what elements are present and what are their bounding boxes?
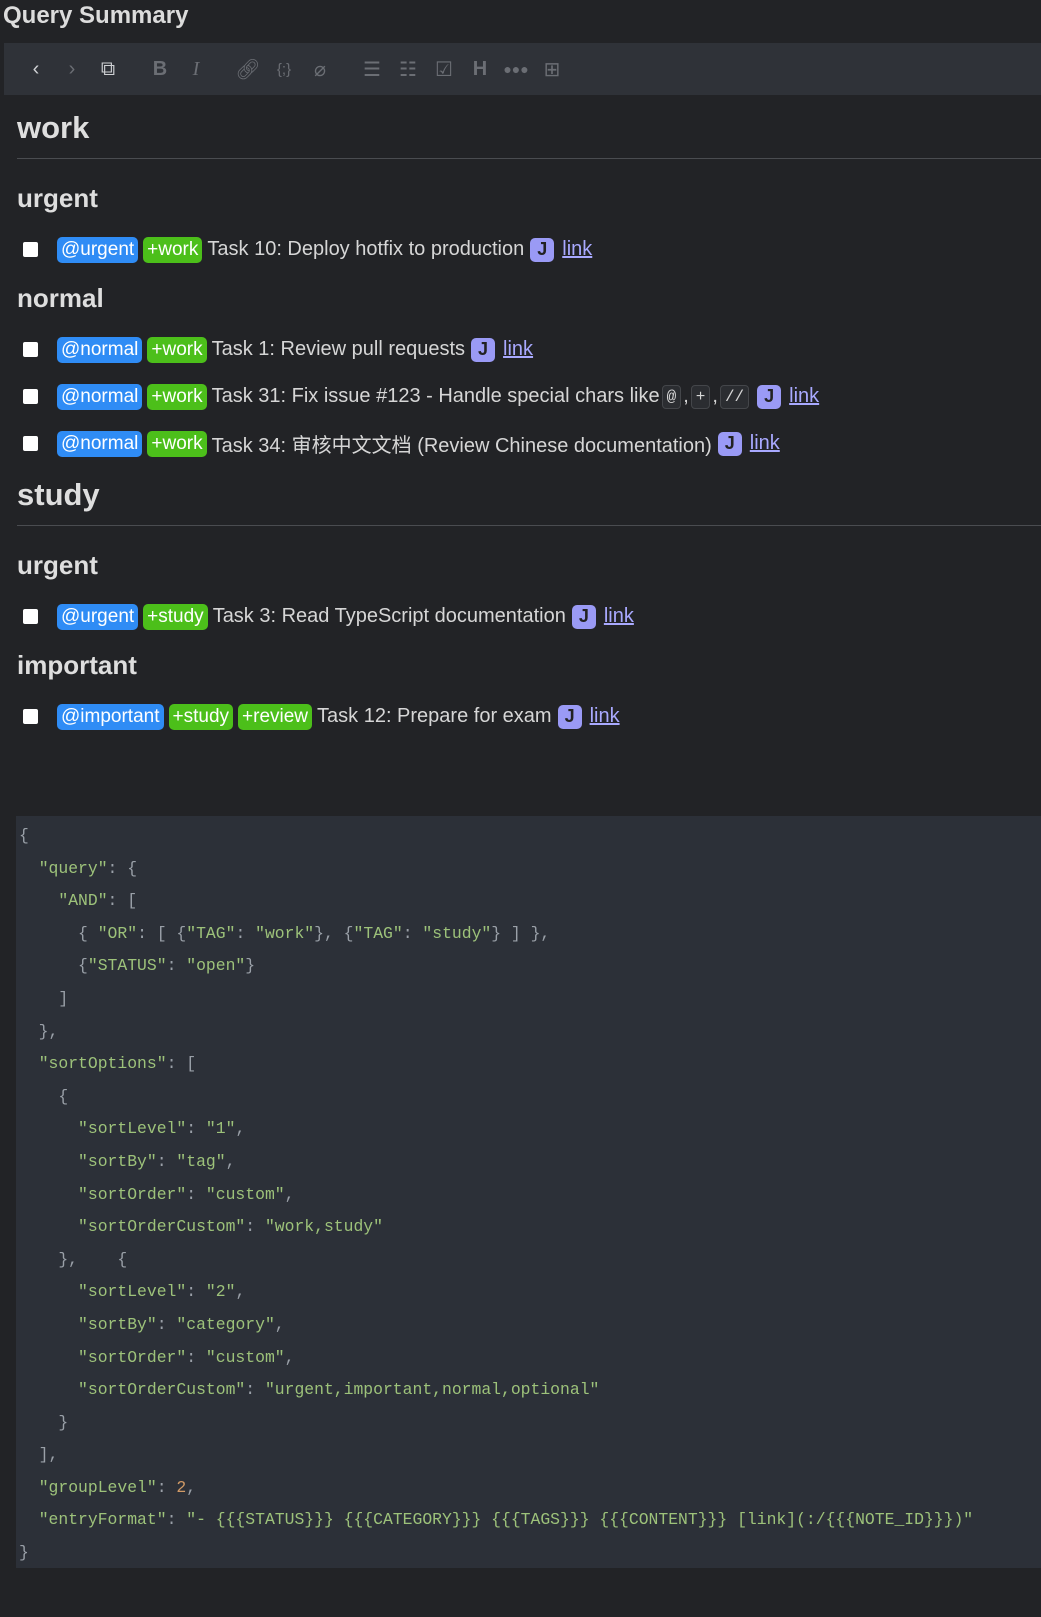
- task-item: @normal +work Task 34: 审核中文文档 (Review Chin…: [17, 420, 1041, 467]
- inline-code: @: [661, 384, 682, 409]
- link-icon[interactable]: 🔗︎: [230, 51, 266, 87]
- code-line: "entryFormat": "- {{{STATUS}}} {{{CATEGO…: [38, 1510, 974, 1530]
- group-heading: normal: [17, 283, 104, 313]
- numbered-list-icon[interactable]: ☷: [390, 51, 426, 87]
- code-line: }, {: [19, 1249, 128, 1269]
- task-checkbox[interactable]: [23, 342, 38, 357]
- joplin-note-icon: J: [571, 604, 596, 629]
- tag-badge: +work: [147, 383, 207, 410]
- code-line: "sortBy": "category",: [78, 1314, 285, 1334]
- tag-badge: +study: [168, 703, 234, 730]
- italic-icon[interactable]: I: [178, 51, 214, 87]
- task-item: @urgent +work Task 10: Deploy hotfix to pr…: [17, 226, 1041, 273]
- task-item: @normal +work Task 31: Fix issue #123 - Ha…: [17, 373, 1041, 420]
- task-text: Task 34: 审核中文文档 (Review Chinese document…: [211, 435, 712, 457]
- note-link[interactable]: link: [590, 705, 620, 728]
- code-line: {: [19, 826, 29, 845]
- joplin-note-icon: J: [757, 384, 782, 409]
- external-edit-icon[interactable]: ⧉: [90, 51, 126, 87]
- tag-badge: +review: [238, 703, 313, 730]
- task-text: Task 1: Review pull requests: [211, 338, 466, 360]
- note-link[interactable]: link: [750, 432, 780, 455]
- task-checkbox[interactable]: [23, 436, 38, 451]
- section-heading: work: [17, 110, 1041, 159]
- joplin-note-icon: J: [530, 237, 555, 262]
- task-checkbox[interactable]: [23, 609, 38, 624]
- task-item: @important +study +review Task 12: Prepare …: [17, 693, 1041, 740]
- attach-icon[interactable]: ⌀: [302, 51, 338, 87]
- group-heading: important: [17, 650, 137, 680]
- code-line: },: [19, 1021, 59, 1041]
- joplin-note-icon: J: [717, 431, 742, 456]
- heading-icon[interactable]: H: [462, 51, 498, 87]
- code-line: "sortOrder": "custom",: [78, 1184, 295, 1204]
- inline-code: +: [690, 384, 711, 409]
- back-icon[interactable]: ‹: [18, 51, 54, 87]
- joplin-note-icon: J: [557, 704, 582, 729]
- tag-badge: +work: [147, 430, 207, 457]
- code-line: "sortOrderCustom": "urgent,important,nor…: [78, 1380, 600, 1400]
- task-item: @urgent +study Task 3: Read TypeScript doc…: [17, 593, 1041, 640]
- category-tag: @urgent: [57, 236, 139, 263]
- note-link[interactable]: link: [604, 605, 634, 628]
- code-line: "sortLevel": "2",: [78, 1282, 246, 1302]
- code-line: ],: [19, 1445, 59, 1465]
- code-line: "sortLevel": "1",: [78, 1119, 246, 1139]
- code-line: }: [19, 1543, 29, 1563]
- category-tag: @normal: [57, 383, 143, 410]
- note-link[interactable]: link: [562, 238, 592, 261]
- task-text: Task 3: Read TypeScript documentation: [212, 605, 566, 627]
- forward-icon[interactable]: ›: [54, 51, 90, 87]
- note-link[interactable]: link: [789, 385, 819, 408]
- code-line: "AND": [: [58, 891, 138, 911]
- task-item: @normal +work Task 1: Review pull requests…: [17, 326, 1041, 373]
- code-line: }: [19, 1412, 69, 1432]
- group-heading: urgent: [17, 550, 98, 580]
- code-line: "query": {: [38, 858, 138, 878]
- category-tag: @urgent: [57, 603, 139, 630]
- task-text: Task 12: Prepare for exam: [317, 705, 552, 727]
- note-link[interactable]: link: [503, 338, 533, 361]
- joplin-note-icon: J: [471, 337, 496, 362]
- bullet-list-icon[interactable]: ☰: [354, 51, 390, 87]
- tag-badge: +work: [147, 336, 207, 363]
- task-text: Task 10: Deploy hotfix to production: [207, 238, 525, 260]
- task-checkbox[interactable]: [23, 389, 38, 404]
- inline-code: //: [719, 384, 750, 409]
- tag-badge: +work: [143, 236, 203, 263]
- code-icon[interactable]: {;}: [266, 51, 302, 87]
- code-line: "sortOrder": "custom",: [78, 1347, 295, 1367]
- section-heading: study: [17, 477, 1041, 526]
- note-title: Query Summary: [3, 2, 189, 29]
- code-line: { "OR": [ {"TAG": "work"}, {"TAG": "stud…: [19, 923, 551, 943]
- category-tag: @important: [57, 703, 164, 730]
- code-line: "sortBy": "tag",: [78, 1151, 236, 1171]
- group-heading: urgent: [17, 183, 98, 213]
- code-block: { "query": { "AND": [ { "OR": [ {"TAG": …: [16, 816, 1041, 1568]
- code-line: {: [19, 1086, 69, 1106]
- task-checkbox[interactable]: [23, 709, 38, 724]
- code-line: ]: [19, 988, 69, 1008]
- task-text: Task 31: Fix issue #123 - Handle special…: [211, 385, 660, 407]
- bold-icon[interactable]: B: [142, 51, 178, 87]
- rendered-note: work urgent @urgent +work Task 10: Deploy ho…: [17, 110, 1041, 750]
- checklist-icon[interactable]: ☑: [426, 51, 462, 87]
- more-icon[interactable]: ●●●: [498, 51, 534, 87]
- category-tag: @normal: [57, 336, 143, 363]
- code-line: "groupLevel": 2,: [38, 1477, 197, 1497]
- insert-time-icon[interactable]: ⊞: [534, 51, 570, 87]
- code-line: {"STATUS": "open"}: [19, 956, 256, 976]
- editor-toolbar: ‹ › ⧉ B I 🔗︎ {;} ⌀ ☰ ☷ ☑ H ●●● ⊞: [4, 43, 1041, 95]
- tag-badge: +study: [143, 603, 208, 630]
- code-line: "sortOrderCustom": "work,study": [78, 1217, 383, 1237]
- code-line: "sortOptions": [: [38, 1054, 197, 1074]
- task-checkbox[interactable]: [23, 242, 38, 257]
- category-tag: @normal: [57, 430, 143, 457]
